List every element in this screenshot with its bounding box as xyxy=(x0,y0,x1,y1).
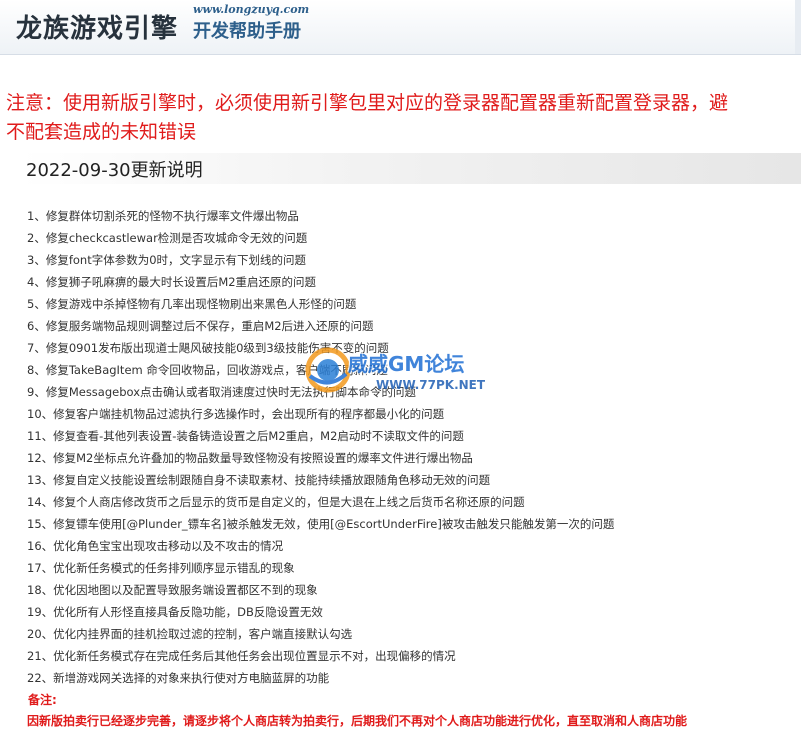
footnote-text: 因新版拍卖行已经逐步完善，请逐步将个人商店转为拍卖行，后期我们不再对个人商店功能… xyxy=(27,714,688,728)
changelog-list: 1、修复群体切割杀死的怪物不执行爆率文件爆出物品 2、修复checkcastle… xyxy=(27,205,797,689)
changelog-item: 13、修复自定义技能设置绘制跟随自身不读取素材、技能持续播放跟随角色移动无效的问… xyxy=(27,473,491,487)
changelog-item: 9、修复Messagebox点击确认或者取消速度过快时无法执行脚本命令的问题 xyxy=(27,385,417,399)
header-edge xyxy=(795,0,801,54)
footnote-label: 备注: xyxy=(28,693,57,707)
update-section-header: 2022-09-30更新说明 xyxy=(20,153,801,184)
changelog-item: 8、修复TakeBagItem 命令回收物品，回收游戏点，客户端不刷新问题 xyxy=(27,363,388,377)
site-logo[interactable]: 龙族游戏引擎 xyxy=(16,8,178,45)
update-title: 2022-09-30更新说明 xyxy=(26,160,203,181)
site-subtitle: 开发帮助手册 xyxy=(193,21,301,42)
changelog-item: 17、优化新任务模式的任务排列顺序显示错乱的现象 xyxy=(27,561,295,575)
changelog-item: 11、修复查看-其他列表设置-装备铸造设置之后M2重启，M2启动时不读取文件的问… xyxy=(27,429,464,443)
site-url: www.longzuyq.com xyxy=(193,3,310,16)
changelog-item: 2、修复checkcastlewar检测是否攻城命令无效的问题 xyxy=(27,231,308,245)
changelog-item: 1、修复群体切割杀死的怪物不执行爆率文件爆出物品 xyxy=(27,209,299,223)
changelog-item: 7、修复0901发布版出现道士飓风破技能0级到3级技能伤害不变的问题 xyxy=(27,341,389,355)
changelog-item: 21、优化新任务模式存在完成任务后其他任务会出现位置显示不对，出现偏移的情况 xyxy=(27,649,456,663)
changelog-item: 4、修复狮子吼麻痹的最大时长设置后M2重启还原的问题 xyxy=(27,275,317,289)
changelog-item: 16、优化角色宝宝出现攻击移动以及不攻击的情况 xyxy=(27,539,284,553)
changelog-item: 18、优化因地图以及配置导致服务端设置都区不到的现象 xyxy=(27,583,318,597)
changelog-item: 20、优化内挂界面的挂机捡取过滤的控制，客户端直接默认勾选 xyxy=(27,627,353,641)
changelog-item: 5、修复游戏中杀掉怪物有几率出现怪物刷出来黑色人形怪的问题 xyxy=(27,297,357,311)
changelog-item: 6、修复服务端物品规则调整过后不保存，重启M2后进入还原的问题 xyxy=(27,319,374,333)
changelog-item: 14、修复个人商店修改货币之后显示的货币是自定义的，但是大退在上线之后货币名称还… xyxy=(27,495,525,509)
changelog-item: 22、新增游戏网关选择的对象来执行使对方电脑蓝屏的功能 xyxy=(27,671,330,685)
changelog-item: 3、修复font字体参数为0时，文字显示有下划线的问题 xyxy=(27,253,307,267)
warning-line-2: 不配套造成的未知错误 xyxy=(6,121,197,143)
changelog-item: 19、优化所有人形怪直接具备反隐功能，DB反隐设置无效 xyxy=(27,605,323,619)
warning-line-1: 注意：使用新版引擎时，必须使用新引擎包里对应的登录器配置器重新配置登录器，避 xyxy=(6,92,729,114)
changelog-item: 12、修复M2坐标点允许叠加的物品数量导致怪物没有按照设置的爆率文件进行爆出物品 xyxy=(27,451,473,465)
changelog-item: 10、修复客户端挂机物品过滤执行多选操作时，会出现所有的程序都最小化的问题 xyxy=(27,407,445,421)
warning-notice: 注意：使用新版引擎时，必须使用新引擎包里对应的登录器配置器重新配置登录器，避 不… xyxy=(6,89,801,147)
page-header: 龙族游戏引擎 www.longzuyq.com 开发帮助手册 xyxy=(0,0,801,55)
changelog-item: 15、修复镖车使用[@Plunder_镖车名]被杀触发无效，使用[@Escort… xyxy=(27,517,615,531)
